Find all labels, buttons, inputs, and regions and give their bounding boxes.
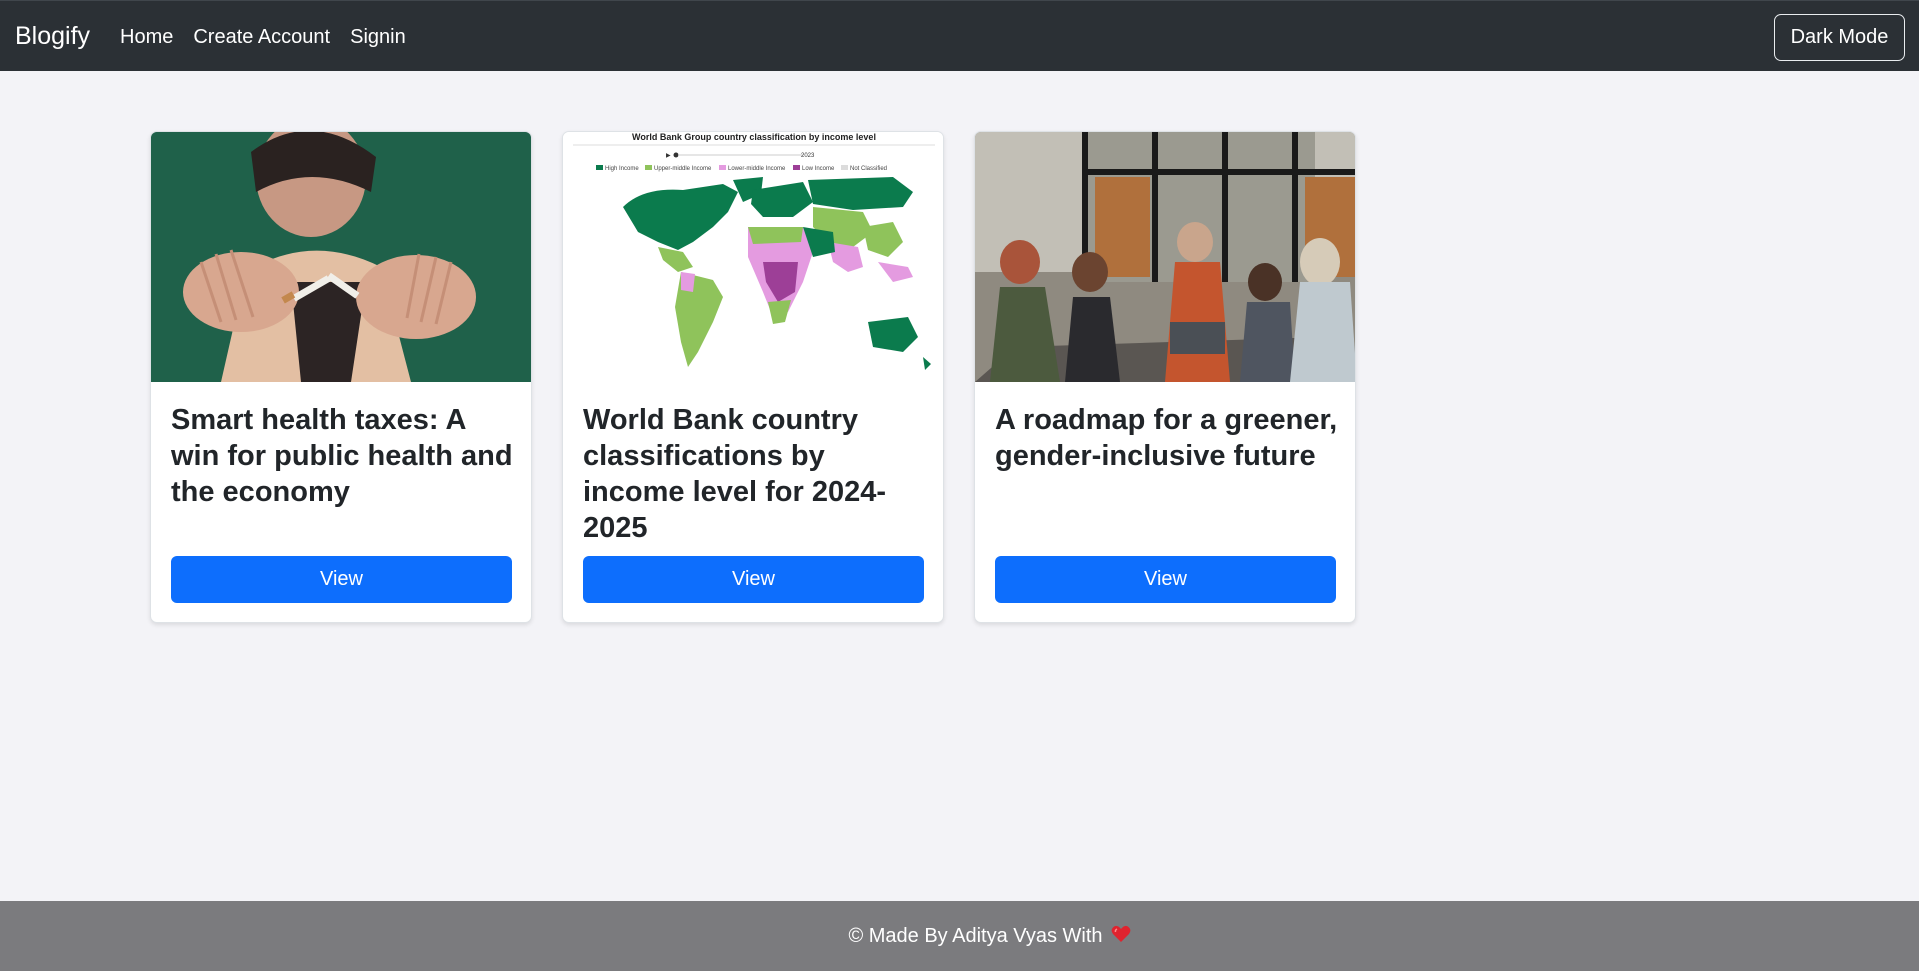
nav-link-create-account[interactable]: Create Account <box>193 23 330 51</box>
view-button[interactable]: View <box>171 556 512 603</box>
legend-lower-middle-income: Lower-middle Income <box>728 166 786 172</box>
card-title: Smart health taxes: A win for public hea… <box>171 404 513 508</box>
blog-card: Smart health taxes: A win for public hea… <box>150 131 532 623</box>
legend-low-income: Low Income <box>802 166 835 172</box>
heart-icon <box>1111 925 1131 948</box>
dark-mode-button[interactable]: Dark Mode <box>1774 14 1905 61</box>
map-year: 2023 <box>801 153 815 159</box>
world-income-classification-map: World Bank Group country classification … <box>563 132 943 382</box>
view-button[interactable]: View <box>995 556 1336 603</box>
nav-links: Home Create Account Signin <box>120 23 426 51</box>
nav-link-signin[interactable]: Signin <box>350 23 406 51</box>
woman-breaking-cigarette-photo <box>151 132 531 382</box>
legend-upper-middle-income: Upper-middle Income <box>654 166 712 172</box>
navbar: Blogify Home Create Account Signin Dark … <box>0 0 1919 71</box>
brand-logo[interactable]: Blogify <box>15 20 90 52</box>
legend-high-income: High Income <box>605 166 639 172</box>
card-list: Smart health taxes: A win for public hea… <box>150 131 1386 623</box>
svg-text:▶: ▶ <box>666 153 671 159</box>
footer: © Made By Aditya Vyas With <box>0 901 1919 971</box>
card-title: A roadmap for a greener, gender-inclusiv… <box>995 404 1338 472</box>
blog-card: World Bank Group country classification … <box>562 131 944 623</box>
map-title: World Bank Group country classification … <box>632 132 876 142</box>
nav-link-home[interactable]: Home <box>120 23 173 51</box>
footer-text: © Made By Aditya Vyas With <box>848 924 1103 947</box>
view-button[interactable]: View <box>583 556 924 603</box>
legend-not-classified: Not Classified <box>850 166 887 172</box>
card-title: World Bank country classifications by in… <box>583 404 887 544</box>
blog-card: A roadmap for a greener, gender-inclusiv… <box>974 131 1356 623</box>
office-meeting-photo <box>975 132 1355 382</box>
